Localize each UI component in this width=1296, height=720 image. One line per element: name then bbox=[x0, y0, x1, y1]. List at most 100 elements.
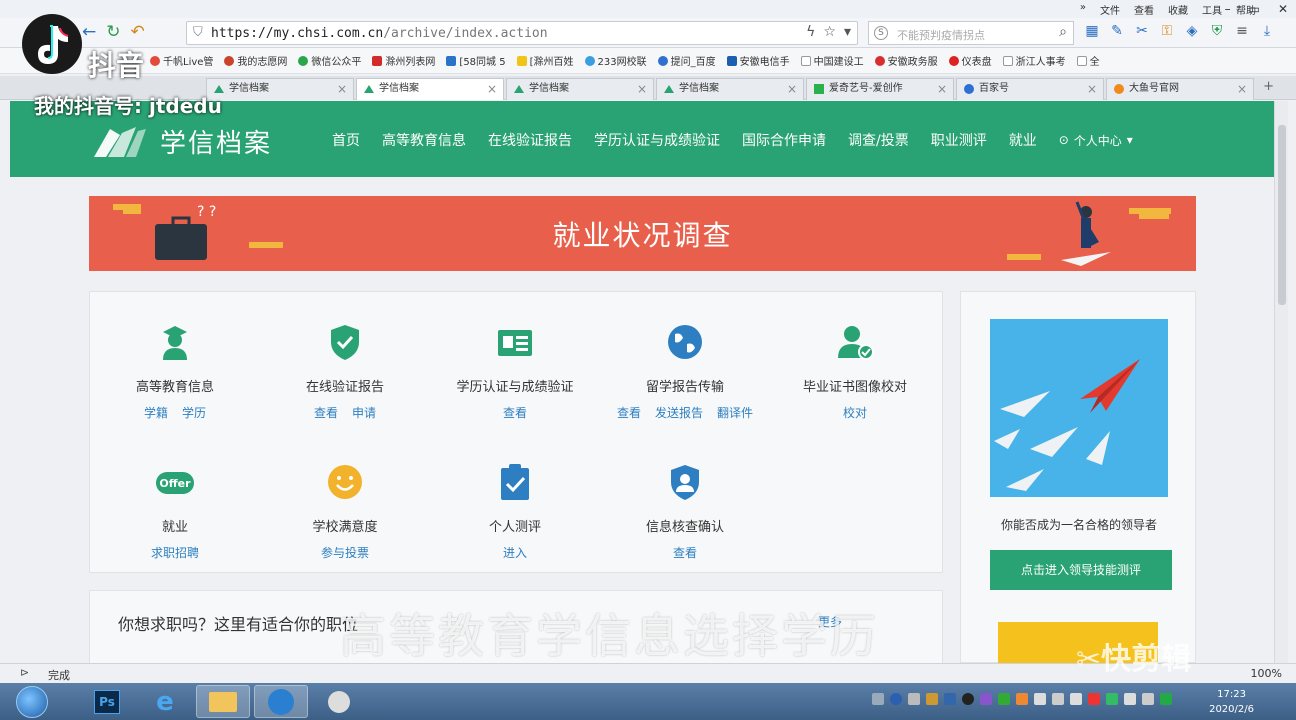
back-arrow-icon[interactable]: ← bbox=[82, 22, 96, 42]
bookmark-item[interactable]: 仪表盘 bbox=[948, 53, 992, 68]
taskbar-ie[interactable]: e bbox=[138, 685, 192, 718]
extension-cut-icon[interactable]: ✂ bbox=[1134, 23, 1150, 39]
link-view[interactable]: 查看 bbox=[673, 544, 697, 561]
link-vote[interactable]: 参与投票 bbox=[321, 544, 369, 561]
bookmark-item[interactable]: 全 bbox=[1076, 53, 1100, 68]
tab-close-icon[interactable]: × bbox=[937, 79, 947, 99]
nav-international[interactable]: 国际合作申请 bbox=[742, 130, 826, 150]
bookmark-item[interactable]: [58同城 5 bbox=[446, 53, 506, 68]
bookmark-item[interactable]: 安徽电信手 bbox=[726, 53, 790, 68]
extension-tag-icon[interactable]: ◈ bbox=[1184, 23, 1200, 39]
extension-menu-icon[interactable]: ≡ bbox=[1234, 23, 1250, 39]
new-tab-icon[interactable]: + bbox=[1263, 79, 1274, 94]
bookmark-item[interactable]: [滁州百姓 bbox=[516, 53, 574, 68]
service-degree-verification[interactable]: 学历认证与成绩验证 查看 bbox=[430, 322, 600, 421]
menu-view[interactable]: 查看 bbox=[1134, 2, 1154, 17]
tray-volume-icon[interactable] bbox=[1124, 693, 1136, 705]
browser-tab[interactable]: 学信档案 × bbox=[656, 78, 804, 100]
browser-tab[interactable]: 大鱼号官网 × bbox=[1106, 78, 1254, 100]
search-icon[interactable]: ⌕ bbox=[1059, 24, 1067, 40]
sidebar-toggle-icon[interactable]: ⊳ bbox=[20, 666, 29, 679]
tray-icon[interactable] bbox=[1052, 693, 1064, 705]
tray-icon[interactable] bbox=[872, 693, 884, 705]
tray-icon[interactable] bbox=[944, 693, 956, 705]
minimize-icon[interactable]: – bbox=[1225, 2, 1231, 16]
extension-edit-icon[interactable]: ✎ bbox=[1109, 23, 1125, 39]
paper-plane-image[interactable] bbox=[990, 319, 1168, 497]
browser-tab[interactable]: 百家号 × bbox=[956, 78, 1104, 100]
search-engine-icon[interactable]: S bbox=[874, 26, 888, 40]
service-higher-education[interactable]: 高等教育信息 学籍 学历 bbox=[90, 322, 260, 421]
address-bar[interactable]: ⛉ https://my.chsi.com.cn/archive/index.a… bbox=[186, 21, 858, 45]
menu-more-icon[interactable]: » bbox=[1080, 2, 1086, 17]
undo-icon[interactable]: ↶ bbox=[131, 22, 145, 42]
nav-career-test[interactable]: 职业测评 bbox=[931, 130, 987, 150]
bookmark-item[interactable]: 千帆Live管 bbox=[150, 53, 213, 68]
service-online-report[interactable]: 在线验证报告 查看 申请 bbox=[260, 322, 430, 421]
nav-online-report[interactable]: 在线验证报告 bbox=[488, 130, 572, 150]
nav-employment[interactable]: 就业 bbox=[1009, 130, 1037, 150]
link-job-search[interactable]: 求职招聘 bbox=[151, 544, 199, 561]
service-school-satisfaction[interactable]: 学校满意度 参与投票 bbox=[260, 462, 430, 561]
tray-icon[interactable] bbox=[1034, 693, 1046, 705]
bookmark-item[interactable]: 中国建设工 bbox=[800, 53, 864, 68]
link-proofread[interactable]: 校对 bbox=[843, 404, 867, 421]
survey-banner[interactable]: ? ? 就业状况调查 bbox=[89, 196, 1196, 271]
tray-help-icon[interactable] bbox=[890, 693, 902, 705]
taskbar-app[interactable] bbox=[312, 685, 366, 718]
maximize-icon[interactable]: ▭ bbox=[1249, 2, 1260, 16]
tab-close-icon[interactable]: × bbox=[1237, 79, 1247, 99]
tray-icon[interactable] bbox=[926, 693, 938, 705]
link-view[interactable]: 查看 bbox=[314, 404, 338, 421]
bookmark-item[interactable]: 233网校联 bbox=[584, 53, 647, 68]
service-study-abroad-report[interactable]: 留学报告传输 查看 发送报告 翻译件 bbox=[600, 322, 770, 421]
link-view[interactable]: 查看 bbox=[617, 404, 641, 421]
link-view[interactable]: 查看 bbox=[503, 404, 527, 421]
browser-tab-active[interactable]: 学信档案 × bbox=[356, 78, 504, 100]
service-employment[interactable]: Offer 就业 求职招聘 bbox=[90, 462, 260, 561]
taskbar-photoshop[interactable]: Ps bbox=[80, 685, 134, 718]
tab-close-icon[interactable]: × bbox=[487, 79, 497, 99]
tray-icon[interactable] bbox=[908, 693, 920, 705]
dropdown-icon[interactable]: ▾ bbox=[844, 24, 851, 40]
system-clock[interactable]: 17:23 2020/2/6 bbox=[1209, 687, 1254, 717]
refresh-icon[interactable]: ↻ bbox=[106, 22, 120, 42]
site-logo[interactable]: 学信档案 bbox=[92, 123, 272, 160]
bookmark-item[interactable]: 滁州列表网 bbox=[372, 53, 435, 68]
extension-calc-icon[interactable]: ▦ bbox=[1084, 23, 1100, 39]
download-icon[interactable]: ⤓ bbox=[1259, 23, 1275, 39]
tray-icon[interactable] bbox=[1088, 693, 1100, 705]
taskbar-browser[interactable] bbox=[254, 685, 308, 718]
browser-tab[interactable]: 学信档案 × bbox=[206, 78, 354, 100]
url-text[interactable]: https://my.chsi.com.cn/archive/index.act… bbox=[211, 26, 548, 41]
browser-tab[interactable]: 学信档案 × bbox=[506, 78, 654, 100]
link-enter[interactable]: 进入 bbox=[503, 544, 527, 561]
browser-tab[interactable]: 爱奇艺号-爱创作 × bbox=[806, 78, 954, 100]
search-box[interactable]: S 不能预判疫情拐点 ⌕ bbox=[868, 21, 1074, 45]
tray-icon[interactable] bbox=[1106, 693, 1118, 705]
leadership-test-button[interactable]: 点击进入领导技能测评 bbox=[990, 550, 1172, 590]
link-apply[interactable]: 申请 bbox=[352, 404, 376, 421]
tray-icon[interactable] bbox=[1070, 693, 1082, 705]
lightning-icon[interactable]: ϟ bbox=[806, 24, 815, 40]
tray-network-icon[interactable] bbox=[1142, 693, 1154, 705]
tab-close-icon[interactable]: × bbox=[1087, 79, 1097, 99]
link-send-report[interactable]: 发送报告 bbox=[655, 404, 703, 421]
service-personal-assessment[interactable]: 个人测评 进入 bbox=[430, 462, 600, 561]
bookmark-item[interactable]: 浙江人事考 bbox=[1002, 53, 1066, 68]
tab-close-icon[interactable]: × bbox=[337, 79, 347, 99]
tab-close-icon[interactable]: × bbox=[787, 79, 797, 99]
link-student-status[interactable]: 学籍 bbox=[144, 404, 168, 421]
page-scrollbar[interactable] bbox=[1274, 101, 1288, 663]
bookmark-item[interactable]: 安徽政务服 bbox=[874, 53, 938, 68]
nav-survey[interactable]: 调查/投票 bbox=[848, 130, 909, 150]
bookmark-item[interactable]: 微信公众平 bbox=[298, 53, 361, 68]
link-degree[interactable]: 学历 bbox=[182, 404, 206, 421]
service-certificate-check[interactable]: 毕业证书图像校对 校对 bbox=[770, 322, 940, 421]
tray-qq-icon[interactable] bbox=[962, 693, 974, 705]
tab-close-icon[interactable]: × bbox=[637, 79, 647, 99]
tray-icon[interactable] bbox=[1016, 693, 1028, 705]
extension-shield-icon[interactable]: ⛨ bbox=[1209, 23, 1225, 39]
close-icon[interactable]: ✕ bbox=[1278, 2, 1288, 16]
bookmark-item[interactable]: 我的志愿网 bbox=[224, 53, 287, 68]
